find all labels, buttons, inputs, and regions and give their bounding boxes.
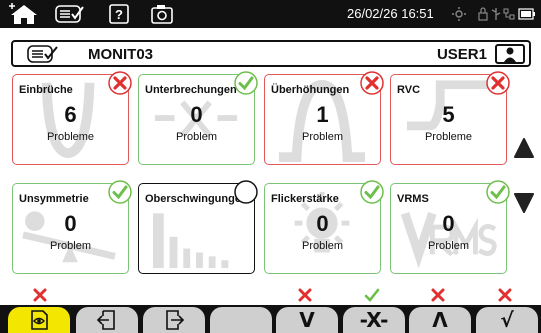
tab-forward[interactable]: [143, 307, 205, 333]
card-swells[interactable]: Überhöhungen 1 Problem: [264, 71, 384, 165]
svg-text:?: ?: [115, 7, 123, 22]
user-name: USER1: [436, 46, 487, 63]
card-label: Problem: [302, 240, 343, 252]
card-label: Probleme: [424, 131, 473, 143]
card-title: Überhöhungen: [271, 84, 350, 96]
tab-glyph: √: [500, 308, 514, 332]
tab-ok-mark-icon: [364, 288, 380, 302]
triangle-down-icon: [514, 193, 534, 213]
session-title: MONIT03: [88, 46, 154, 63]
tab-fail-mark-icon: [431, 288, 445, 302]
document-back-icon: [96, 310, 115, 330]
battery-icon: [518, 4, 536, 24]
card-harmonics[interactable]: Oberschwingungen: [138, 180, 258, 274]
tab-glyph: Λ: [432, 308, 448, 332]
tab-empty[interactable]: [210, 307, 272, 333]
camera-icon: [151, 5, 173, 24]
card-rvc[interactable]: RVC 5 Probleme: [390, 71, 510, 165]
tab-fail-mark-icon: [298, 288, 312, 302]
card-vrms[interactable]: VRMS 0 Problem: [390, 180, 510, 274]
ok-badge-icon: [234, 71, 258, 95]
user-button[interactable]: [495, 44, 525, 64]
scroll-up-button[interactable]: [513, 136, 535, 160]
card-label: Probleme: [46, 131, 95, 143]
home-button[interactable]: [6, 3, 42, 25]
tab-fail-mark-icon: [33, 288, 47, 302]
network-icon: [503, 4, 515, 24]
card-interruptions[interactable]: Unterbrechungen 0 Problem: [138, 71, 258, 165]
menu-button[interactable]: [54, 3, 86, 25]
fail-badge-icon: [108, 71, 132, 95]
card-unbalance[interactable]: Unsymmetrie 0 Problem: [12, 180, 132, 274]
tab-dips[interactable]: V: [276, 307, 338, 333]
card-label: Problem: [50, 240, 91, 252]
triangle-up-icon: [514, 138, 534, 158]
datetime: 26/02/26 16:51: [347, 6, 434, 21]
ok-badge-icon: [360, 180, 384, 204]
tab-glyph: V: [299, 308, 315, 332]
ok-badge-icon: [486, 180, 510, 204]
list-check-icon: [55, 5, 84, 23]
card-count: 0: [190, 102, 203, 127]
usb-icon: [490, 4, 502, 24]
card-title: Unterbrechungen: [145, 84, 237, 96]
screenshot-button[interactable]: [150, 3, 174, 25]
status-bar: ? 26/02/26 16:51: [0, 0, 541, 28]
card-title: VRMS: [397, 193, 429, 205]
tab-fail-mark-icon: [498, 288, 512, 302]
tab-back[interactable]: [76, 307, 138, 333]
card-title: Oberschwingungen: [145, 193, 248, 205]
card-title: Flickerstärke: [271, 193, 339, 205]
home-icon: [9, 3, 37, 24]
help-button[interactable]: ?: [108, 3, 130, 25]
card-label: Problem: [176, 131, 217, 143]
fail-badge-icon: [486, 71, 510, 95]
sun-icon: [452, 4, 466, 24]
user-icon: [504, 47, 516, 62]
session-header: MONIT03 USER1: [11, 40, 531, 67]
tab-glyph: -X-: [359, 308, 389, 332]
card-count: 0: [316, 211, 329, 236]
card-flicker[interactable]: Flickerstärke 0 Problem: [264, 180, 384, 274]
pending-badge-icon: [234, 180, 258, 204]
document-forward-icon: [166, 310, 185, 330]
tab-rvc[interactable]: √: [476, 307, 538, 333]
card-label: Problem: [428, 240, 469, 252]
help-icon: ?: [109, 4, 129, 24]
card-title: Unsymmetrie: [19, 193, 89, 205]
ok-badge-icon: [108, 180, 132, 204]
eye-document-icon: [31, 310, 48, 330]
card-count: 0: [64, 211, 77, 236]
tab-interruptions[interactable]: -X-: [343, 307, 405, 333]
card-dips[interactable]: Einbrüche 6 Probleme: [12, 71, 132, 165]
fail-badge-icon: [360, 71, 384, 95]
lock-icon: [478, 4, 488, 24]
card-label: Problem: [302, 131, 343, 143]
card-count: 0: [442, 211, 455, 236]
card-count: 1: [316, 102, 329, 127]
list-check-icon: [27, 45, 58, 63]
tab-overview[interactable]: [8, 307, 70, 333]
card-title: Einbrüche: [19, 84, 73, 96]
tab-swells[interactable]: Λ: [409, 307, 471, 333]
card-title: RVC: [397, 84, 421, 96]
card-count: 6: [64, 102, 77, 127]
scroll-down-button[interactable]: [513, 191, 535, 215]
card-count: 5: [442, 102, 455, 127]
